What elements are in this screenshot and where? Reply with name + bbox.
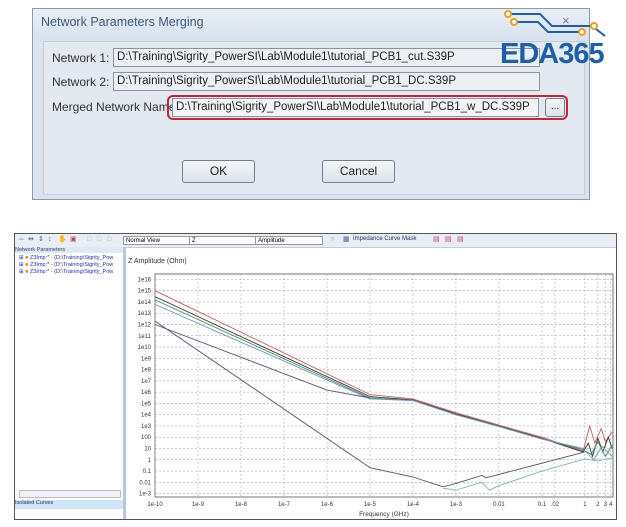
y-tick-label: 1e5	[141, 401, 152, 407]
network1-label: Network 1:	[52, 51, 110, 65]
cancel-button[interactable]: Cancel	[322, 160, 395, 183]
x-tick-label: 1e-10	[147, 502, 163, 508]
eda365-watermark: EDA365	[500, 38, 605, 70]
y-tick-label: 1	[148, 458, 152, 464]
impedance-mask-button[interactable]: Impedance Curve Mask	[353, 236, 416, 242]
dialog-title: Network Parameters Merging	[41, 15, 204, 29]
toolbar: ⇔ ⇹ ⇕ ↕ ✋ ▣ □ □ □ Normal View Z Amplitud…	[15, 234, 616, 248]
y-tick-label: 1e13	[138, 311, 152, 317]
settings-icon[interactable]: ▤	[457, 236, 464, 244]
x-tick-label: 1	[583, 502, 587, 508]
zoom-y-icon[interactable]: ⇕	[38, 236, 45, 244]
panel-header: Network Parameters	[15, 247, 123, 253]
y-tick-label: 1e11	[138, 334, 152, 340]
y-tick-label: 1e3	[141, 424, 152, 430]
chart-title: Z Amplitude (Ohm)	[128, 258, 187, 265]
copy-icon[interactable]: ▣	[70, 236, 77, 244]
y-tick-label: 0.1	[143, 469, 152, 475]
y-tick-label: 10	[144, 447, 151, 453]
x-tick-label: 1e-3	[450, 502, 463, 508]
network-parameters-panel: Network Parameters ⊞ ■ Z3Imp:* - (D:\Tra…	[15, 247, 126, 519]
tool-icon[interactable]: □	[87, 236, 94, 244]
zoom-y2-icon[interactable]: ↕	[48, 236, 55, 244]
ok-button[interactable]: OK	[182, 160, 255, 183]
network2-label: Network 2:	[52, 75, 110, 89]
x-tick-label: 0.1	[538, 502, 547, 508]
x-tick-label: 1e-5	[364, 502, 377, 508]
y-tick-label: 1e16	[138, 277, 152, 283]
y-tick-label: 1e8	[141, 368, 152, 374]
x-tick-label: 1e-7	[278, 502, 291, 508]
x-tick-label: 2	[596, 502, 600, 508]
horizontal-scrollbar[interactable]	[19, 490, 121, 498]
view-select[interactable]: Normal View	[123, 236, 191, 245]
x-tick-label: 4	[609, 502, 613, 508]
zoom-x-icon[interactable]: ⇔	[18, 236, 25, 244]
y-tick-label: 100	[141, 435, 152, 441]
y-tick-label: 1e6	[141, 390, 152, 396]
y-tick-label: 1e4	[141, 413, 152, 419]
tree-item-label: Z3Imp:* - (D:\Training\Sigrity_Pow	[30, 255, 114, 261]
tool-icon[interactable]: □	[97, 236, 104, 244]
x-tick-label: 1e-4	[407, 502, 420, 508]
mask-icon[interactable]: ▦	[343, 236, 350, 244]
y-tick-label: 0.01	[139, 480, 151, 486]
y-tick-label: 1e7	[141, 379, 152, 385]
tool-icon[interactable]: □	[107, 236, 114, 244]
pan-icon[interactable]: ✋	[58, 236, 67, 244]
x-tick-label: 1e-8	[235, 502, 248, 508]
merged-name-label: Merged Network Name:	[52, 100, 179, 114]
y-tick-label: 1e15	[138, 289, 152, 295]
circuit-logo-icon	[504, 10, 606, 37]
isolated-curves-header: Isolated Curves	[15, 500, 123, 509]
x-tick-label: 3	[604, 502, 608, 508]
import-icon[interactable]: ▤	[445, 236, 452, 244]
tree-item-label: Z3Imp:* - (D:\Training\Sigrity_Pow	[30, 269, 114, 275]
tree-item[interactable]: ⊞ ■ Z3Imp:* - (D:\Training\Sigrity_Pow	[19, 255, 113, 261]
x-axis-label: Frequency (GHz)	[359, 511, 409, 518]
x-tick-label: 1e-6	[321, 502, 334, 508]
mode-select[interactable]: Amplitude	[255, 236, 323, 245]
y-tick-label: 1e10	[138, 345, 152, 351]
plot-area	[154, 273, 614, 498]
parameter-select[interactable]: Z	[189, 236, 257, 245]
tree-item[interactable]: ⊞ ■ Z3Imp:* - (D:\Training\Sigrity_Pow	[19, 262, 113, 268]
highlight-annotation	[167, 95, 568, 120]
network1-field[interactable]: D:\Training\Sigrity_PowerSI\Lab\Module1\…	[113, 48, 540, 67]
x-tick-label: 1e-9	[192, 502, 205, 508]
x-tick-label: .02	[551, 502, 560, 508]
tree-item[interactable]: ⊞ ■ Z3Imp:* - (D:\Training\Sigrity_Pow	[19, 269, 113, 275]
export-icon[interactable]: ▤	[433, 236, 440, 244]
filter-icon[interactable]: ▿	[331, 236, 338, 244]
x-tick-label: 0.01	[493, 502, 505, 508]
y-tick-label: 1e9	[141, 356, 152, 362]
tree-item-label: Z3Imp:* - (D:\Training\Sigrity_Pow	[30, 262, 114, 268]
y-tick-label: 1e14	[138, 300, 152, 306]
zoom-fit-icon[interactable]: ⇹	[28, 236, 35, 244]
impedance-chart[interactable]: Z Amplitude (Ohm) 1e-10 1e-9 1e-8 1e-7 1e-6 1…	[125, 248, 617, 520]
y-tick-label: 1e12	[138, 322, 152, 328]
network2-field[interactable]: D:\Training\Sigrity_PowerSI\Lab\Module1\…	[113, 72, 540, 91]
y-tick-label: 1e-3	[139, 492, 152, 498]
